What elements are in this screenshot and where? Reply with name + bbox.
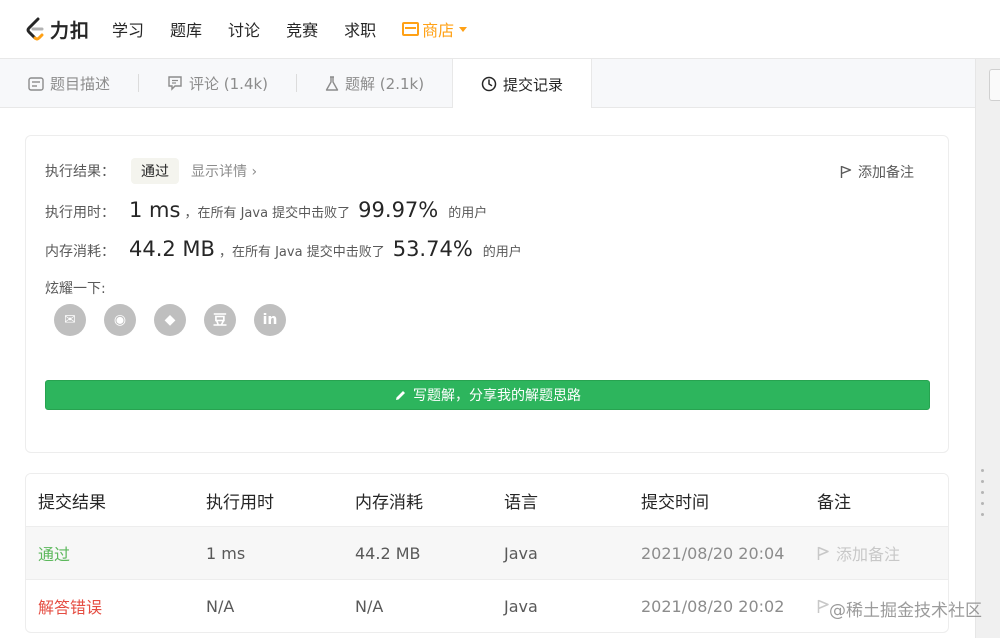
nav-item-learn[interactable]: 学习 xyxy=(112,17,144,41)
exec-result-label: 执行结果： xyxy=(45,164,115,180)
status-badge: 通过 xyxy=(131,158,179,184)
tab-description[interactable]: 题目描述 xyxy=(0,59,138,108)
tab-comments-label: 评论 (1.4k) xyxy=(189,75,269,93)
top-nav: 力扣 学习 题库 讨论 竞赛 求职 商店 xyxy=(0,0,1000,59)
submissions-table: 提交结果 执行用时 内存消耗 语言 提交时间 备注 通过 1 ms 44.2 M… xyxy=(25,473,949,633)
runtime-label: 执行用时： xyxy=(45,205,115,221)
runtime-percent: 99.97% xyxy=(358,198,439,222)
col-header-note: 备注 xyxy=(817,492,851,513)
table-row[interactable]: 解答错误 N/A N/A Java 2021/08/20 20:02 xyxy=(26,579,948,632)
clock-icon xyxy=(481,76,497,92)
add-note-label: 添加备注 xyxy=(858,165,914,181)
add-note-label: 添加备注 xyxy=(836,545,901,564)
wechat-icon[interactable]: ✉ xyxy=(54,304,86,336)
runtime-cell: 1 ms xyxy=(206,543,246,563)
flag-icon xyxy=(840,165,852,179)
weibo-icon[interactable]: ◉ xyxy=(104,304,136,336)
panel-edge-tab[interactable] xyxy=(989,69,1000,101)
flask-icon xyxy=(325,75,339,92)
runtime-desc: ，在所有 Java 提交中击败了 xyxy=(184,206,351,221)
memory-cell: 44.2 MB xyxy=(355,543,421,563)
runtime-row: 执行用时： 1 ms ，在所有 Java 提交中击败了 99.97% 的用户 xyxy=(45,198,487,222)
time-cell: 2021/08/20 20:02 xyxy=(641,596,785,616)
nav-item-problems[interactable]: 题库 xyxy=(170,17,202,41)
memory-label: 内存消耗： xyxy=(45,244,115,260)
add-note-button[interactable]: 添加备注 xyxy=(840,162,914,182)
watermark: @稀土掘金技术社区 xyxy=(829,601,982,621)
col-header-runtime: 执行用时 xyxy=(206,492,274,513)
memory-desc: ，在所有 Java 提交中击败了 xyxy=(218,245,385,260)
result-card: 执行结果： 通过 显示详情 › 添加备注 执行用时： 1 ms ，在所有 Jav… xyxy=(25,135,949,453)
write-solution-label: 写题解，分享我的解题思路 xyxy=(413,388,581,404)
memory-suffix: 的用户 xyxy=(482,245,522,260)
tab-description-label: 题目描述 xyxy=(50,75,111,93)
memory-value: 44.2 MB xyxy=(129,237,215,261)
nav-item-discuss[interactable]: 讨论 xyxy=(228,17,260,41)
panel-splitter[interactable] xyxy=(975,59,1000,638)
memory-percent: 53.74% xyxy=(392,237,473,261)
tab-submissions[interactable]: 提交记录 xyxy=(452,59,593,109)
qq-icon[interactable]: ◆ xyxy=(154,304,186,336)
douban-icon[interactable]: 豆 xyxy=(204,304,236,336)
nav-item-jobs[interactable]: 求职 xyxy=(344,17,376,41)
drag-handle-icon[interactable] xyxy=(981,469,985,524)
result-cell[interactable]: 通过 xyxy=(26,541,206,565)
tab-solutions[interactable]: 题解 (2.1k) xyxy=(297,59,452,108)
logo-text: 力扣 xyxy=(50,19,91,42)
add-note-button[interactable]: 添加备注 xyxy=(817,541,948,565)
nav-item-store[interactable]: 商店 xyxy=(402,17,468,41)
problem-tabs: 题目描述 评论 (1.4k) 题解 (2.1k) 提交记录 xyxy=(0,59,975,109)
tab-comments[interactable]: 评论 (1.4k) xyxy=(139,59,296,108)
write-solution-button[interactable]: 写题解，分享我的解题思路 xyxy=(45,380,930,410)
chevron-down-icon xyxy=(459,26,468,32)
exec-result-row: 执行结果： 通过 显示详情 › xyxy=(45,158,257,184)
col-header-memory: 内存消耗 xyxy=(355,492,423,513)
comment-icon xyxy=(167,76,183,91)
share-buttons: ✉ ◉ ◆ 豆 in xyxy=(54,304,304,336)
language-cell: Java xyxy=(504,596,538,616)
show-details-link[interactable]: 显示详情 › xyxy=(191,161,257,181)
share-label: 炫耀一下: xyxy=(45,281,106,297)
time-cell: 2021/08/20 20:04 xyxy=(641,543,785,563)
submission-panel: 执行结果： 通过 显示详情 › 添加备注 执行用时： 1 ms ，在所有 Jav… xyxy=(0,108,975,638)
runtime-suffix: 的用户 xyxy=(448,206,488,221)
col-header-time: 提交时间 xyxy=(641,492,709,513)
description-icon xyxy=(28,76,44,91)
runtime-value: 1 ms xyxy=(129,198,181,222)
table-row[interactable]: 通过 1 ms 44.2 MB Java 2021/08/20 20:04 添加… xyxy=(26,526,948,579)
tab-solutions-label: 题解 (2.1k) xyxy=(345,75,425,93)
language-cell: Java xyxy=(504,543,538,563)
memory-cell: N/A xyxy=(355,596,384,616)
linkedin-icon[interactable]: in xyxy=(254,304,286,336)
flag-icon xyxy=(817,546,830,561)
pencil-icon xyxy=(394,389,407,402)
col-header-language: 语言 xyxy=(504,492,538,513)
store-label: 商店 xyxy=(422,21,455,40)
logo[interactable]: 力扣 xyxy=(24,16,90,43)
leetcode-logo-icon xyxy=(26,17,44,41)
runtime-cell: N/A xyxy=(206,596,235,616)
nav-item-contest[interactable]: 竞赛 xyxy=(286,17,318,41)
result-cell[interactable]: 解答错误 xyxy=(26,594,206,618)
table-header: 提交结果 执行用时 内存消耗 语言 提交时间 备注 xyxy=(26,474,948,526)
store-icon xyxy=(402,22,420,36)
tab-submissions-label: 提交记录 xyxy=(503,75,564,94)
memory-row: 内存消耗： 44.2 MB ，在所有 Java 提交中击败了 53.74% 的用… xyxy=(45,237,522,261)
col-header-result: 提交结果 xyxy=(38,492,106,513)
